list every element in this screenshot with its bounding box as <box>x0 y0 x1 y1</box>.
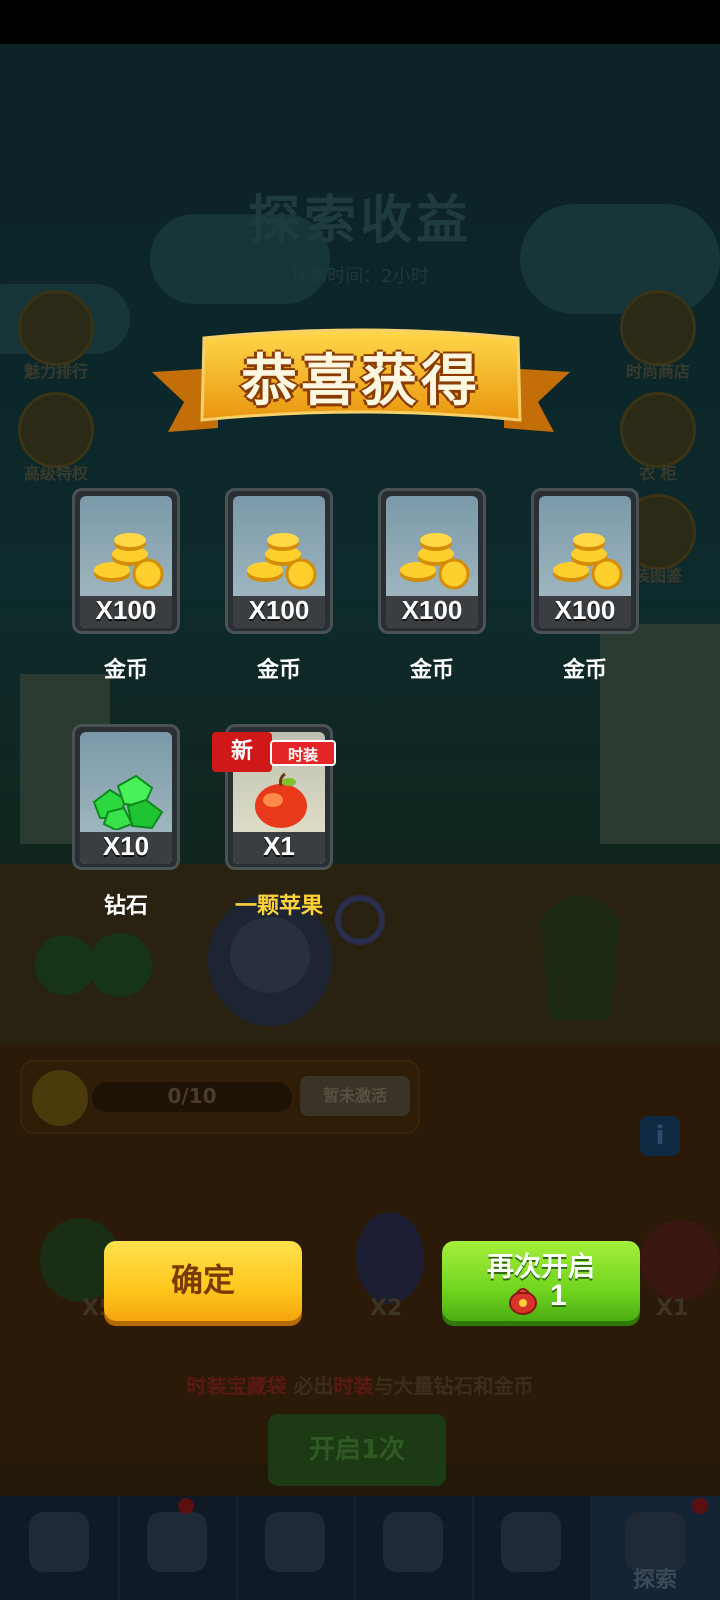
reward-quantity: X100 <box>554 595 616 625</box>
promo-text: 时装宝藏袋 必出时装与大量钻石和金币 <box>0 1370 720 1399</box>
medal-icon <box>32 1070 88 1126</box>
reward-quantity: X100 <box>95 595 157 625</box>
open-again-label: 再次开启 <box>487 1252 595 1283</box>
gold-coins-icon <box>94 533 164 590</box>
green-gems-icon <box>92 774 164 830</box>
notification-dot <box>178 1498 194 1514</box>
reward-card: X100 <box>225 488 333 634</box>
chest-count: X2 <box>370 1296 403 1321</box>
chest-icon <box>29 1512 89 1572</box>
swords-icon <box>265 1512 325 1572</box>
bottom-navigation: 探索 <box>0 1496 720 1600</box>
reward-quantity: X1 <box>263 831 295 861</box>
helmet-icon <box>147 1512 207 1572</box>
nav-explore-label: 探索 <box>632 1568 677 1593</box>
nav-guild[interactable] <box>354 1496 474 1600</box>
goblin-enemy <box>540 895 620 1020</box>
premium-privilege-button[interactable]: 高级特权 <box>10 392 102 484</box>
reward-card: X100 <box>72 488 180 634</box>
reward-quantity: X100 <box>401 595 463 625</box>
banner-icon <box>501 1512 561 1572</box>
confirm-button[interactable]: 确定 <box>104 1241 302 1321</box>
fashion-tag: 时装 <box>270 740 336 766</box>
apple-icon <box>255 772 307 828</box>
open-again-button[interactable]: 再次开启 1 <box>442 1241 640 1321</box>
nav-treasure[interactable] <box>0 1496 120 1600</box>
reward-quantity: X100 <box>248 595 310 625</box>
new-tag: 新 <box>212 732 272 772</box>
reward-name: 一颗苹果 <box>234 894 323 919</box>
ranking-icon <box>18 290 94 366</box>
promo-highlight: 时装宝藏袋 <box>186 1374 287 1398</box>
status-bar <box>0 0 720 44</box>
gold-coins-icon <box>400 533 470 590</box>
open-again-cost: 1 <box>550 1279 567 1312</box>
reward-card: X100 <box>531 488 639 634</box>
gold-coins-icon <box>247 533 317 590</box>
shop-icon <box>620 290 696 366</box>
promo-part: 必出 <box>293 1374 334 1398</box>
wardrobe-button[interactable]: 衣 柜 <box>612 392 704 484</box>
reward-name: 金币 <box>256 658 301 683</box>
progress-text: 0/10 <box>167 1084 217 1108</box>
side-button-label: 衣 柜 <box>639 464 677 483</box>
info-button[interactable]: i <box>640 1116 680 1156</box>
reward-card: X100 <box>378 488 486 634</box>
nav-team[interactable] <box>472 1496 592 1600</box>
promo-part: 时装 <box>333 1374 374 1398</box>
chest-count: X1 <box>656 1296 689 1321</box>
nav-armor[interactable] <box>118 1496 238 1600</box>
privilege-icon <box>18 392 94 468</box>
gold-coins-icon <box>553 533 623 590</box>
reward-name: 金币 <box>562 658 607 683</box>
wardrobe-icon <box>620 392 696 468</box>
nav-battle[interactable] <box>236 1496 356 1600</box>
inactive-button[interactable]: 暂未激活 <box>300 1076 410 1116</box>
side-button-label: 高级特权 <box>23 464 88 483</box>
open-once-button[interactable]: 开启1次 <box>268 1414 446 1486</box>
reward-card: X10 <box>72 724 180 870</box>
treasure-bag-icon <box>509 1288 537 1315</box>
notification-dot <box>692 1498 708 1514</box>
activation-progress: 0/10 暂未激活 <box>20 1060 420 1134</box>
side-button-label: 魅力排行 <box>23 362 88 381</box>
hero-character <box>208 894 385 1026</box>
crest-icon <box>383 1512 443 1572</box>
reward-quantity: X10 <box>102 831 150 861</box>
promo-part: 与大量钻石和金币 <box>373 1374 534 1398</box>
reward-name: 金币 <box>409 658 454 683</box>
dialog-title: 恭喜获得 <box>241 349 481 414</box>
side-button-label: 时尚商店 <box>625 362 690 381</box>
exploration-time: 探索时间：2小时 <box>291 266 429 287</box>
charm-ranking-button[interactable]: 魅力排行 <box>10 290 102 382</box>
reward-name: 金币 <box>103 658 148 683</box>
fashion-shop-button[interactable]: 时尚商店 <box>612 290 704 382</box>
reward-name: 钻石 <box>103 894 148 919</box>
exploration-title: 探索收益 <box>247 191 472 251</box>
